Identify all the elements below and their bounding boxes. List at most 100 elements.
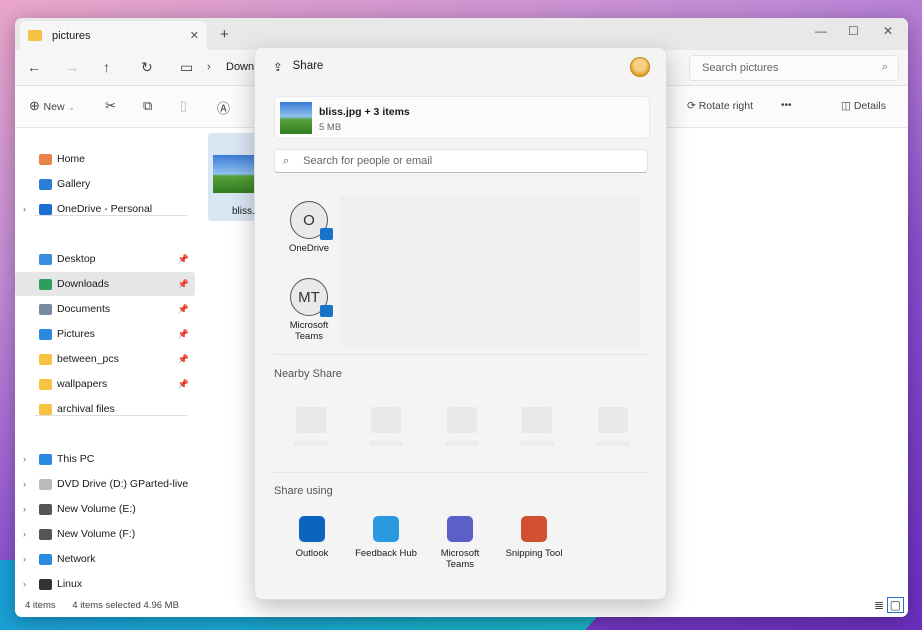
sidebar-item-documents[interactable]: Documents 📌 (15, 297, 195, 321)
share-app-feedback-hub[interactable]: Feedback Hub (346, 516, 426, 559)
details-label: Details (853, 100, 886, 112)
sidebar-item-wallpapers[interactable]: wallpapers 📌 (15, 372, 195, 396)
share-app-outlook[interactable]: Outlook (272, 516, 352, 559)
sidebar-item-label: This PC (57, 453, 95, 465)
paste-icon[interactable]: ▯ (180, 98, 187, 114)
contact-microsoft-teams[interactable]: MT Microsoft Teams (274, 278, 344, 342)
sidebar-item-label: DVD Drive (D:) GParted-live (57, 478, 189, 490)
app-name: Outlook (295, 548, 329, 559)
search-icon: ⌕ (283, 154, 290, 167)
search-icon: ⌕ (881, 61, 888, 73)
sidebar-item-linux[interactable]: › Linux (15, 572, 195, 596)
sidebar-item-gallery[interactable]: Gallery (15, 172, 195, 196)
sidebar-item-label: OneDrive - Personal (57, 203, 153, 215)
new-tab-button[interactable]: + (220, 26, 229, 43)
sidebar-item-desktop[interactable]: Desktop 📌 (15, 247, 195, 271)
desktop-icon (39, 253, 52, 265)
cut-icon[interactable]: ✂ (105, 98, 116, 114)
home-icon (39, 153, 52, 165)
close-button[interactable]: ✕ (883, 24, 893, 38)
sidebar-item-dvd-drive-d-gparted-live[interactable]: › DVD Drive (D:) GParted-live (15, 472, 195, 496)
tab-pictures[interactable]: pictures ✕ (20, 21, 207, 50)
chevron-right-icon[interactable]: › (23, 454, 26, 464)
share-app-snipping-tool[interactable]: Snipping Tool (494, 516, 574, 559)
chevron-right-icon[interactable]: › (23, 554, 26, 564)
minimize-button[interactable]: — (815, 24, 827, 38)
linux-icon (39, 578, 52, 590)
user-avatar[interactable] (630, 57, 650, 77)
maximize-button[interactable]: ☐ (848, 24, 859, 38)
new-label: New (43, 101, 65, 113)
folder-icon (39, 378, 52, 390)
new-button[interactable]: ⊕ New ⌄ (29, 98, 75, 114)
search-input[interactable]: Search pictures ⌕ (689, 55, 899, 81)
sidebar-item-label: Linux (57, 578, 83, 590)
sidebar-item-label: Downloads (57, 278, 109, 290)
up-icon[interactable]: ↑ (103, 59, 110, 75)
list-view-icon[interactable]: ≣ (874, 598, 884, 612)
sidebar-item-new-volume-e[interactable]: › New Volume (E:) (15, 497, 195, 521)
sidebar-item-between-pcs[interactable]: between_pcs 📌 (15, 347, 195, 371)
this-pc-icon[interactable]: ▭ (180, 59, 193, 76)
sidebar-item-label: New Volume (F:) (57, 528, 136, 540)
details-button[interactable]: ◫ Details (841, 100, 886, 112)
people-search-input[interactable]: ⌕ Search for people or email (274, 149, 648, 173)
sidebar-item-pictures[interactable]: Pictures 📌 (15, 322, 195, 346)
nearby-device-placeholder (445, 407, 479, 446)
sidebar-item-this-pc[interactable]: › This PC (15, 447, 195, 471)
nearby-device-placeholder (596, 407, 630, 446)
nearby-device-placeholder (294, 407, 328, 446)
outlook-icon (299, 516, 325, 542)
share-title: Share (292, 60, 324, 72)
close-tab-icon[interactable]: ✕ (190, 29, 199, 42)
chevron-right-icon[interactable]: › (23, 204, 26, 214)
copy-icon[interactable]: ⧉ (143, 98, 152, 114)
shared-file-size: 5 MB (319, 122, 342, 133)
divider (35, 215, 187, 216)
sidebar-item-onedrive-personal[interactable]: › OneDrive - Personal (15, 197, 195, 221)
onedrive-icon (39, 203, 52, 215)
forward-icon[interactable]: → (65, 59, 79, 75)
sidebar-item-label: Desktop (57, 253, 96, 265)
thumbnail-view-icon[interactable]: ▢ (886, 597, 904, 613)
sidebar-item-label: Pictures (57, 328, 95, 340)
pin-icon: 📌 (177, 278, 189, 289)
nearby-device-placeholder (520, 407, 554, 446)
share-app-microsoft-teams[interactable]: Microsoft Teams (420, 516, 500, 570)
sidebar-item-downloads[interactable]: Downloads 📌 (15, 272, 195, 296)
rename-icon[interactable]: Ⓐ (217, 98, 230, 117)
sidebar-item-archival-files[interactable]: archival files (15, 397, 195, 421)
shared-file-name: bliss.jpg + 3 items (319, 106, 410, 118)
sidebar-item-label: Home (57, 153, 86, 165)
gallery-icon (39, 178, 52, 190)
chevron-right-icon[interactable]: › (23, 479, 26, 489)
network-icon (39, 553, 52, 565)
sidebar-item-new-volume-f[interactable]: › New Volume (F:) (15, 522, 195, 546)
contacts-area (340, 195, 640, 347)
back-icon[interactable]: ← (27, 59, 41, 75)
drive-icon (39, 503, 52, 515)
pin-icon: 📌 (177, 253, 189, 264)
breadcrumb[interactable]: Down (226, 61, 254, 73)
contact-avatar: MT (290, 278, 333, 317)
rotate-right-button[interactable]: ⟳ Rotate right (687, 100, 753, 112)
more-options-button[interactable]: ••• (781, 100, 792, 111)
chevron-right-icon[interactable]: › (23, 579, 26, 589)
sidebar-item-home[interactable]: Home (15, 147, 195, 171)
contact-onedrive[interactable]: O OneDrive (274, 201, 344, 254)
sidebar-item-network[interactable]: › Network (15, 547, 195, 571)
refresh-icon[interactable]: ↻ (141, 59, 153, 76)
app-name: Feedback Hub (355, 548, 417, 559)
app-name: Snipping Tool (505, 548, 563, 559)
breadcrumb-chevron-icon: › (207, 61, 211, 73)
folder-icon (28, 30, 42, 41)
contact-name: OneDrive (288, 243, 330, 254)
chevron-right-icon[interactable]: › (23, 529, 26, 539)
navigation-pane: Home Gallery › OneDrive - Personal Desktop 📌 D… (15, 128, 200, 595)
chevron-right-icon[interactable]: › (23, 504, 26, 514)
divider (35, 415, 187, 416)
pin-icon: 📌 (177, 328, 189, 339)
app-name: Microsoft Teams (440, 548, 480, 570)
teams-icon (447, 516, 473, 542)
drive-icon (39, 528, 52, 540)
